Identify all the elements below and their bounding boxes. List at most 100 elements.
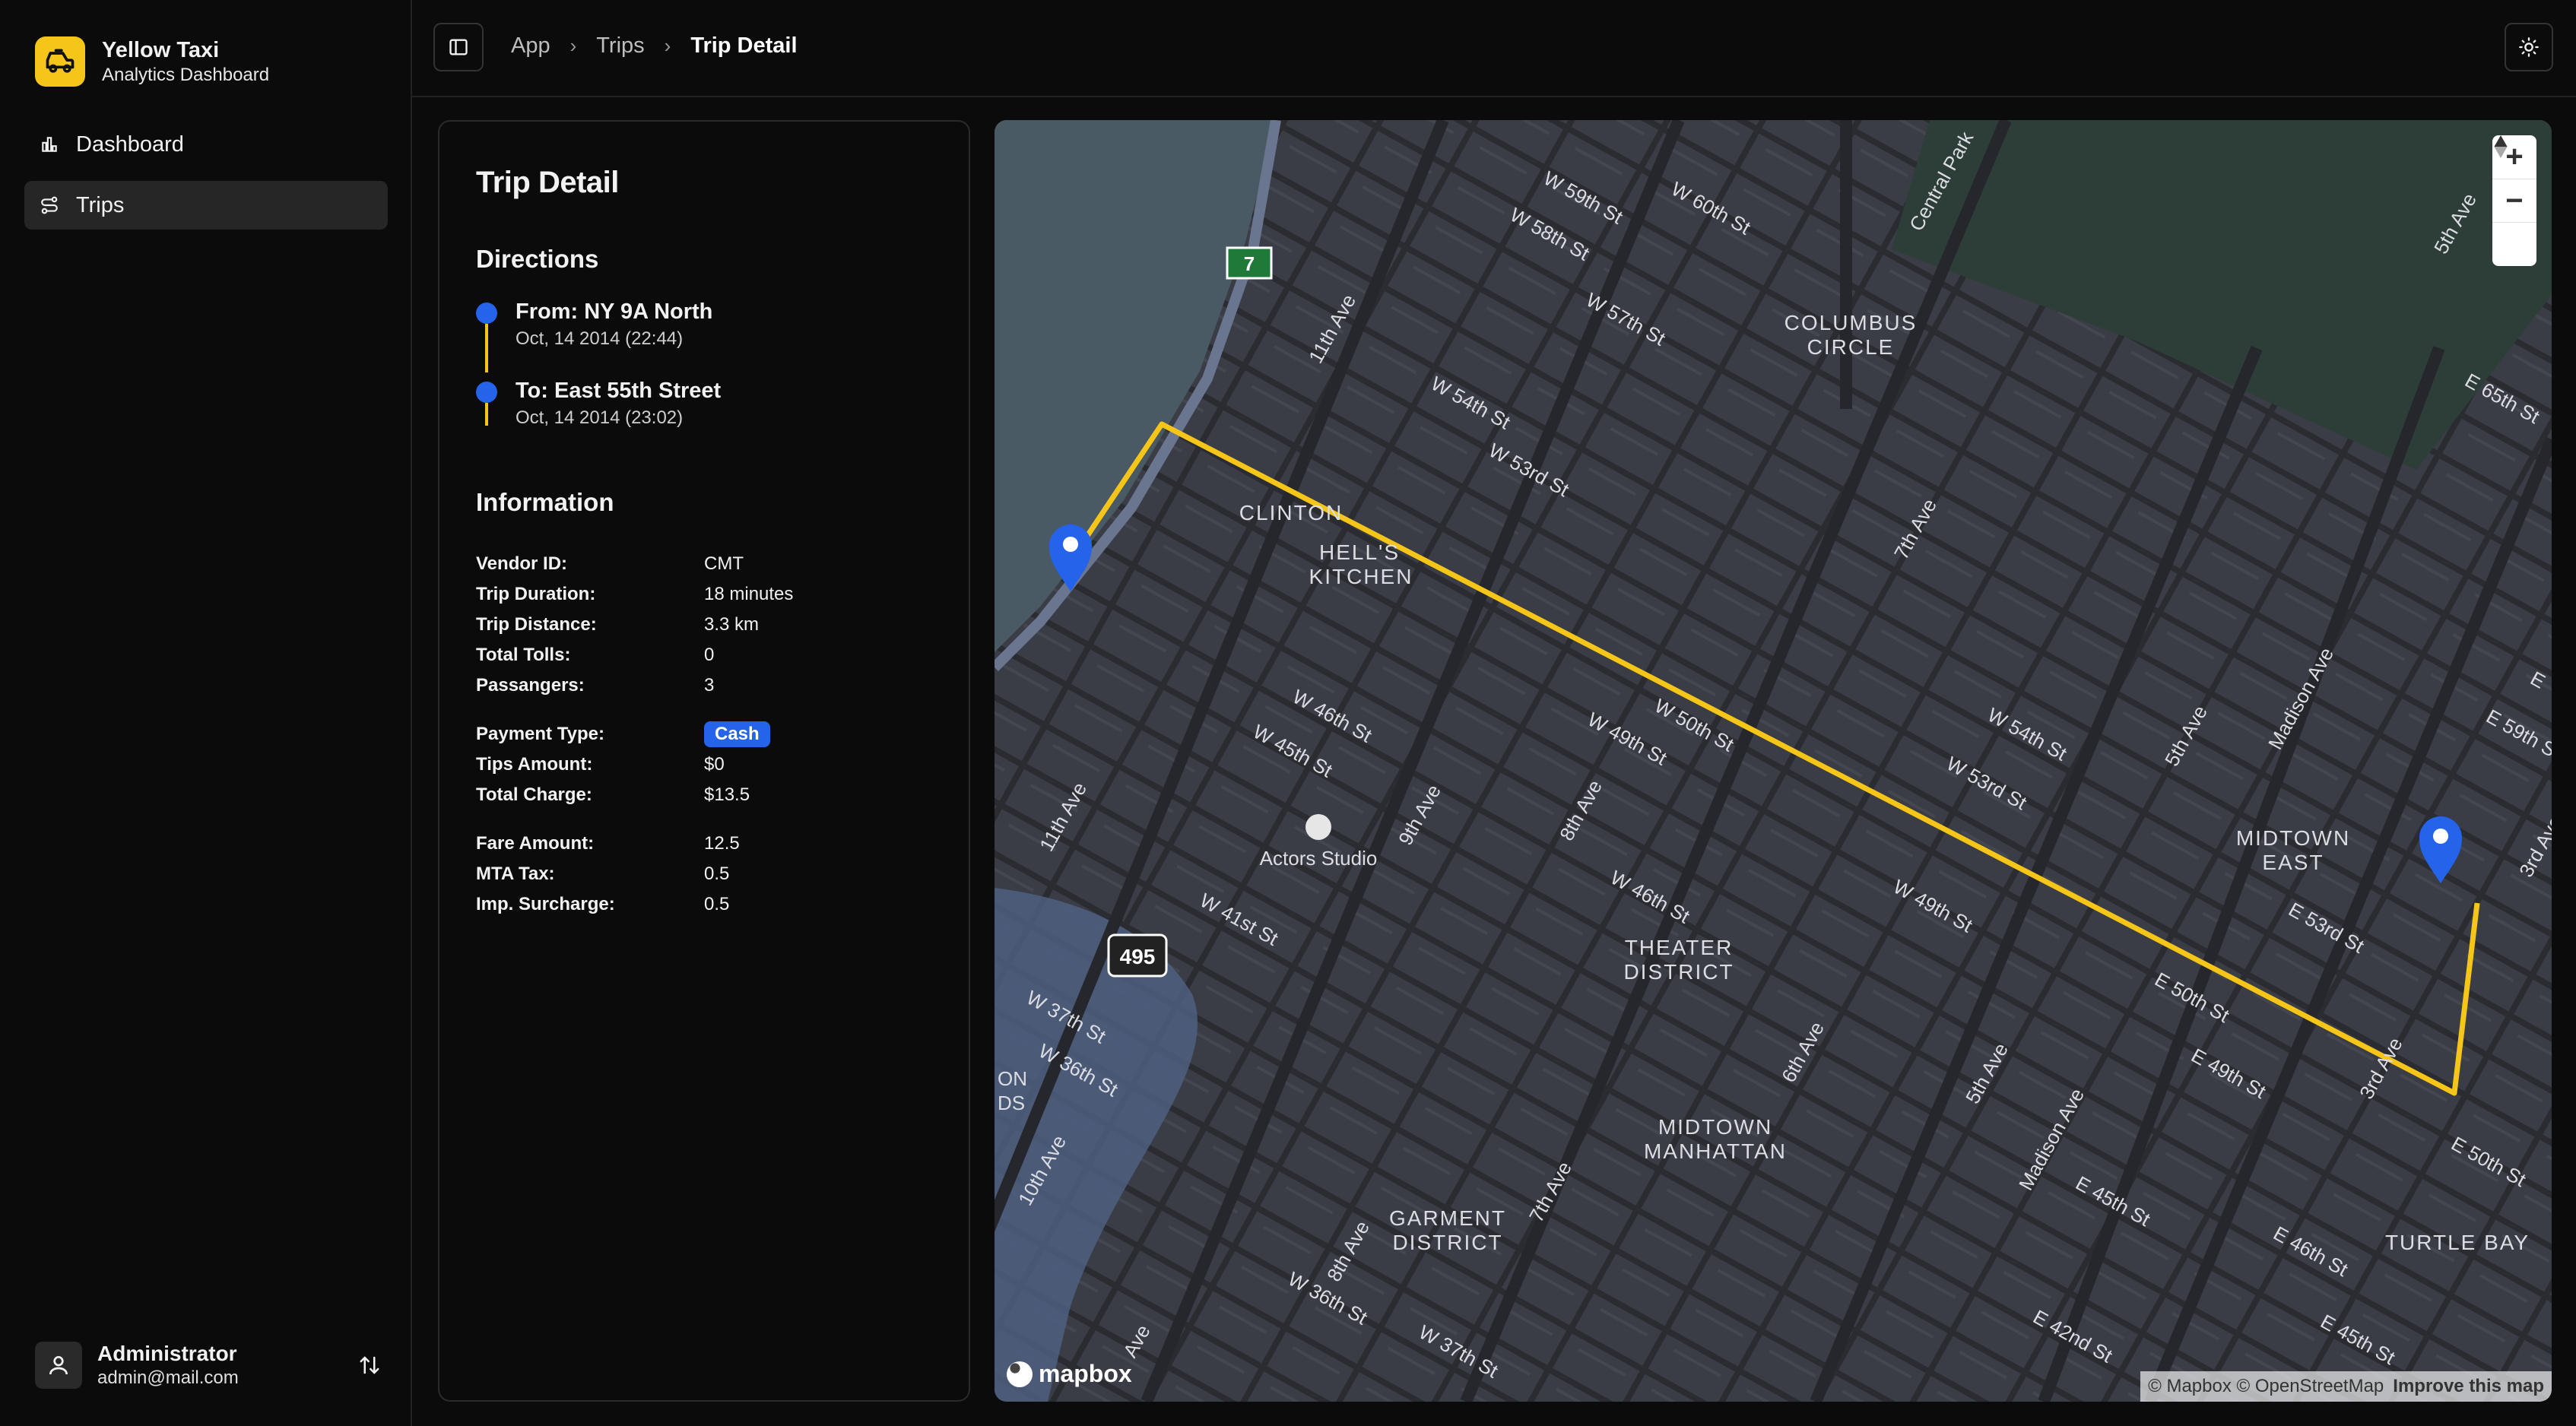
theater-poi-icon[interactable] xyxy=(1305,814,1331,840)
mapbox-wordmark: mapbox xyxy=(1039,1360,1132,1387)
from-datetime: Oct, 14 2014 (22:44) xyxy=(516,328,684,349)
map-attribution: © Mapbox © OpenStreetMap Improve this ma… xyxy=(2140,1371,2552,1402)
chevron-right-icon: › xyxy=(569,34,577,57)
svg-text:CLINTON: CLINTON xyxy=(1239,501,1343,524)
info-row-tips: Tips Amount: $0 xyxy=(476,749,947,780)
sidebar: Yellow Taxi Analytics Dashboard Dashboar… xyxy=(0,0,412,1426)
page-title: Trip Detail xyxy=(476,166,619,199)
sidebar-nav: Dashboard Trips xyxy=(24,120,388,242)
svg-text:DISTRICT: DISTRICT xyxy=(1392,1231,1502,1254)
info-value: 0.5 xyxy=(704,894,730,914)
info-row-vendor: Vendor ID: CMT xyxy=(476,549,947,579)
breadcrumb-current: Trip Detail xyxy=(690,33,798,58)
mapbox-logo-icon xyxy=(1007,1361,1033,1387)
user-email: admin@mail.com xyxy=(97,1367,239,1388)
sun-icon xyxy=(2519,37,2539,57)
panel-left-icon xyxy=(449,39,468,55)
info-key: Passangers: xyxy=(476,675,585,696)
info-row-payment: Payment Type: Cash xyxy=(476,719,947,749)
svg-text:DISTRICT: DISTRICT xyxy=(1623,960,1734,984)
info-value: CMT xyxy=(704,553,744,574)
edge-label: ON xyxy=(998,1067,1027,1090)
brand-title: Yellow Taxi xyxy=(102,38,220,62)
svg-text:EAST: EAST xyxy=(2262,851,2324,874)
info-key: MTA Tax: xyxy=(476,864,555,884)
svg-text:THEATER: THEATER xyxy=(1625,936,1734,959)
svg-text:MANHATTAN: MANHATTAN xyxy=(1644,1139,1787,1163)
info-key: Total Tolls: xyxy=(476,645,571,665)
sidebar-item-label: Trips xyxy=(76,192,125,217)
breadcrumb-app[interactable]: App xyxy=(511,33,550,59)
trip-map[interactable]: 7 495 CLINTON HELL'S KITCHEN COLUMBUS CI… xyxy=(995,120,2552,1402)
info-value: 12.5 xyxy=(704,833,740,854)
svg-text:KITCHEN: KITCHEN xyxy=(1309,565,1413,588)
compass-reset-icon[interactable] xyxy=(2492,135,2536,266)
directions-heading: Directions xyxy=(476,245,599,273)
dropoff-dot-icon xyxy=(476,382,497,403)
info-value: 0.5 xyxy=(704,864,730,884)
svg-text:495: 495 xyxy=(1120,945,1156,968)
user-name: Administrator xyxy=(97,1342,237,1365)
brand[interactable]: Yellow Taxi Analytics Dashboard xyxy=(35,36,269,87)
information-heading: Information xyxy=(476,488,614,516)
theme-toggle-button[interactable] xyxy=(2505,23,2553,71)
info-row-surcharge: Imp. Surcharge: 0.5 xyxy=(476,889,947,920)
brand-subtitle: Analytics Dashboard xyxy=(102,65,270,85)
sidebar-item-trips[interactable]: Trips xyxy=(24,181,388,230)
breadcrumb-trips[interactable]: Trips xyxy=(596,33,644,59)
svg-text:TURTLE BAY: TURTLE BAY xyxy=(2385,1231,2530,1254)
route-line xyxy=(485,324,488,372)
taxi-icon xyxy=(35,36,85,87)
info-value: 3 xyxy=(704,675,715,696)
pickup-dot-icon xyxy=(476,303,497,324)
info-key: Tips Amount: xyxy=(476,754,593,775)
top-header: App › Trips › Trip Detail xyxy=(412,0,2576,97)
info-key: Trip Distance: xyxy=(476,614,597,635)
user-avatar-icon xyxy=(35,1342,82,1389)
info-key: Total Charge: xyxy=(476,784,592,805)
breadcrumb: App › Trips › Trip Detail xyxy=(511,33,798,59)
zoom-out-button[interactable]: − xyxy=(2492,179,2536,223)
chevrons-up-down-icon[interactable] xyxy=(354,1350,385,1380)
info-value: 3.3 km xyxy=(704,614,760,635)
info-key: Payment Type: xyxy=(476,724,604,744)
info-row-mta: MTA Tax: 0.5 xyxy=(476,859,947,889)
mapbox-logo[interactable]: mapbox xyxy=(1007,1360,1132,1388)
svg-text:COLUMBUS: COLUMBUS xyxy=(1784,311,1918,334)
map-canvas[interactable]: 7 495 CLINTON HELL'S KITCHEN COLUMBUS CI… xyxy=(995,120,2552,1402)
trip-detail-card: Trip Detail Directions From: NY 9A North… xyxy=(438,120,970,1402)
svg-text:7: 7 xyxy=(1244,252,1255,275)
sidebar-item-dashboard[interactable]: Dashboard xyxy=(24,120,388,169)
route-line xyxy=(485,403,488,426)
route-7-shield: 7 xyxy=(1226,246,1273,280)
svg-text:MIDTOWN: MIDTOWN xyxy=(1658,1115,1772,1139)
info-value: 18 minutes xyxy=(704,584,794,604)
trip-info: Vendor ID: CMT Trip Duration: 18 minutes T… xyxy=(476,549,947,920)
svg-text:HELL'S: HELL'S xyxy=(1319,540,1400,564)
svg-text:CIRCLE: CIRCLE xyxy=(1807,335,1895,359)
info-key: Vendor ID: xyxy=(476,553,568,574)
improve-map-link[interactable]: Improve this map xyxy=(2393,1376,2544,1397)
info-key: Fare Amount: xyxy=(476,833,595,854)
sidebar-toggle-button[interactable] xyxy=(433,23,484,71)
from-label: From: NY 9A North xyxy=(516,299,713,324)
route-icon xyxy=(38,194,61,217)
route-495-shield: 495 xyxy=(1107,933,1168,978)
bar-chart-icon xyxy=(38,133,61,156)
user-menu[interactable]: Administrator admin@mail.com xyxy=(35,1338,385,1393)
to-label: To: East 55th Street xyxy=(516,379,722,403)
chevron-right-icon: › xyxy=(664,34,671,57)
info-row-distance: Trip Distance: 3.3 km xyxy=(476,610,947,640)
info-row-charge: Total Charge: $13.5 xyxy=(476,780,947,810)
info-key: Trip Duration: xyxy=(476,584,596,604)
svg-text:GARMENT: GARMENT xyxy=(1389,1206,1506,1230)
to-datetime: Oct, 14 2014 (23:02) xyxy=(516,407,684,428)
poi-label: Actors Studio xyxy=(1260,847,1378,870)
info-row-duration: Trip Duration: 18 minutes xyxy=(476,579,947,610)
sidebar-item-label: Dashboard xyxy=(76,132,184,157)
info-value: $13.5 xyxy=(704,784,750,805)
info-row-fare: Fare Amount: 12.5 xyxy=(476,829,947,859)
attribution-text[interactable]: © Mapbox © OpenStreetMap xyxy=(2148,1376,2384,1397)
payment-badge: Cash xyxy=(704,721,770,747)
info-value: 0 xyxy=(704,645,715,665)
